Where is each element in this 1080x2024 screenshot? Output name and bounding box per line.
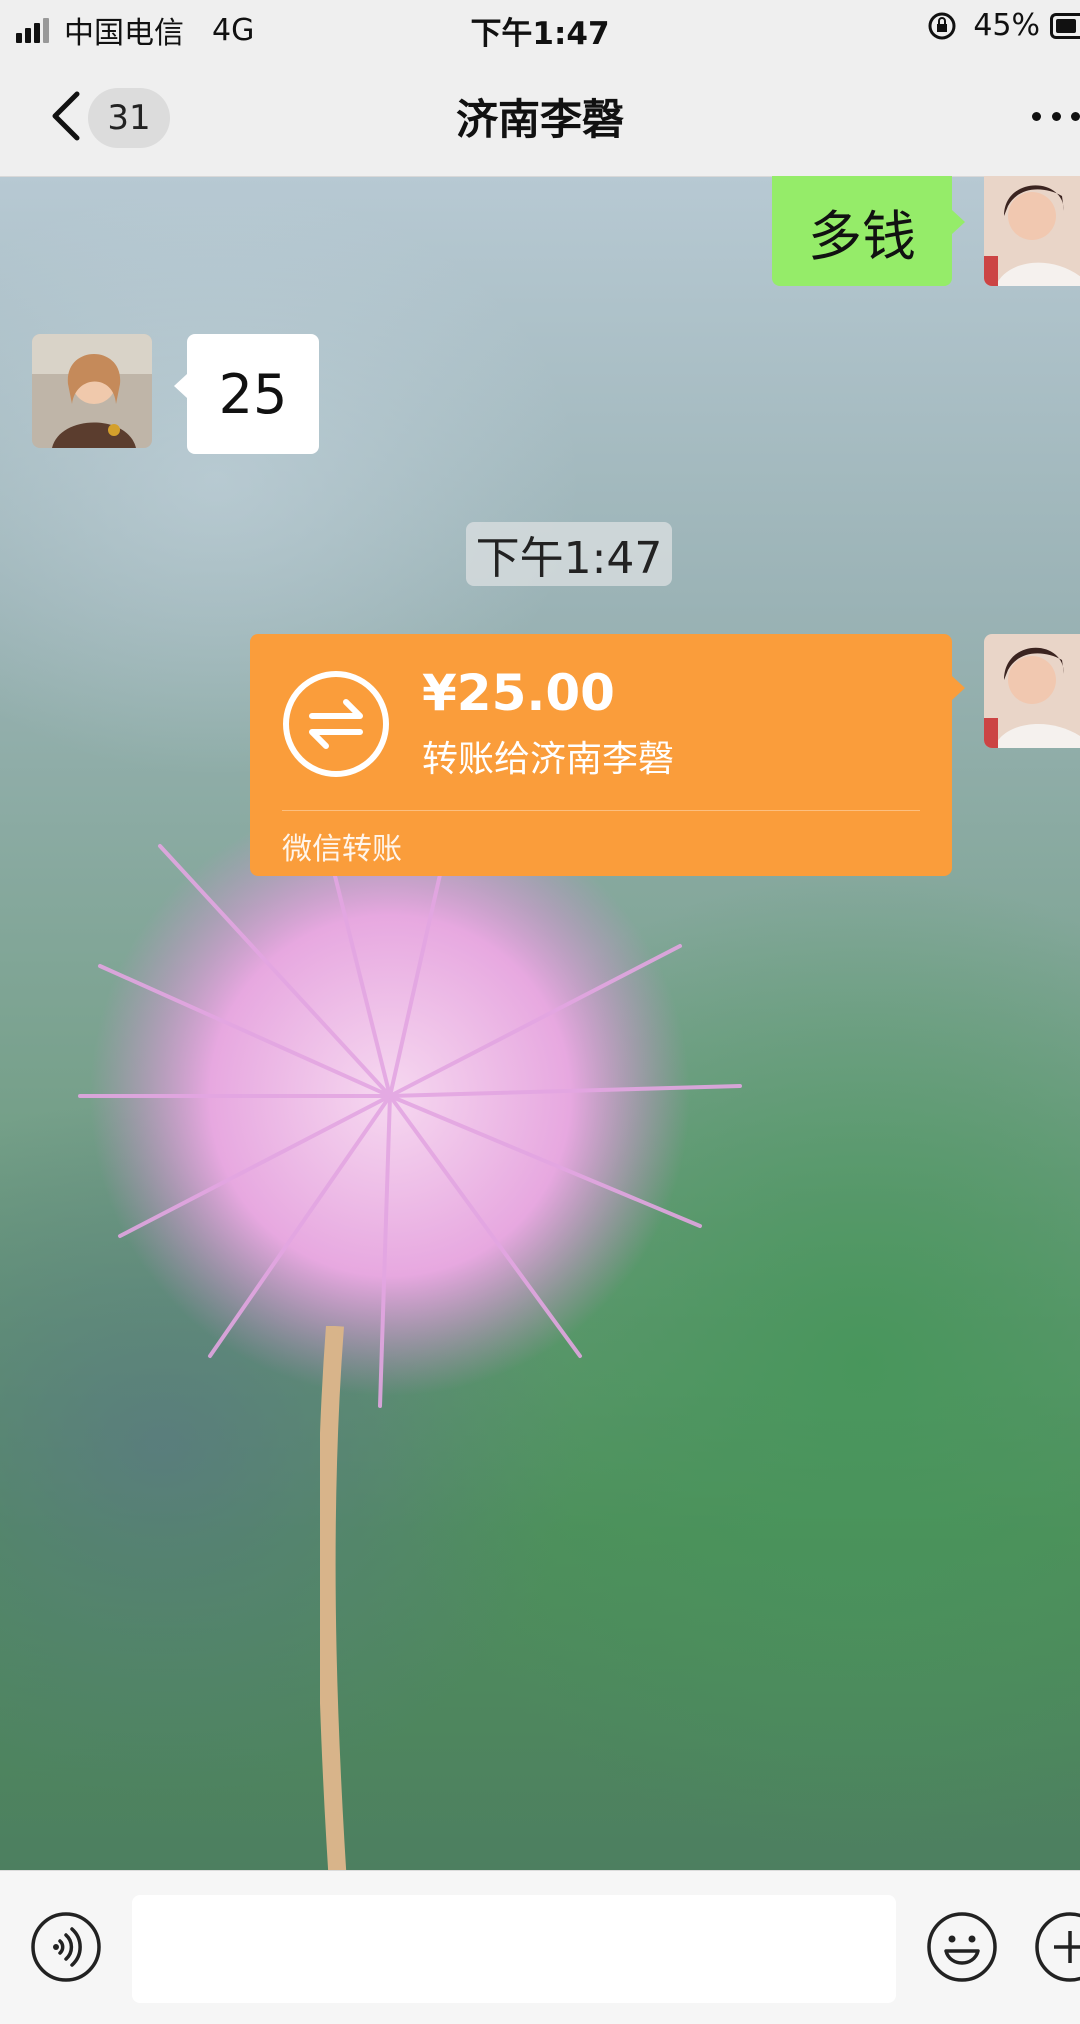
message-text: 25	[218, 362, 288, 426]
lock-rotation-icon	[928, 12, 956, 39]
emoji-icon[interactable]	[926, 1911, 998, 1983]
battery-percent: 45%	[973, 8, 1040, 43]
input-bar	[0, 1870, 1080, 2024]
message-text: 多钱	[808, 204, 916, 268]
nav-bar: 31 济南李磬	[0, 56, 1080, 177]
bubble-tail	[952, 676, 965, 700]
bubble-tail	[952, 210, 965, 234]
chat-title: 济南李磬	[455, 95, 624, 144]
transfer-card[interactable]: ¥25.00 转账给济南李磬 微信转账	[250, 634, 952, 876]
status-right: 45%	[927, 8, 1080, 43]
sent-message-bubble[interactable]: 多钱	[772, 176, 952, 286]
status-time: 下午1:47	[470, 16, 610, 52]
message-timestamp: 下午1:47	[466, 522, 672, 586]
my-avatar[interactable]	[984, 634, 1080, 748]
transfer-amount: ¥25.00	[422, 664, 615, 722]
chat-screen: 中国电信 4G 下午1:47 45% 31 济南李磬 多钱 25 下午1:47 …	[0, 0, 1080, 2024]
more-button[interactable]	[1032, 108, 1080, 124]
plus-icon[interactable]	[1034, 1911, 1080, 1983]
received-message-bubble[interactable]: 25	[187, 334, 319, 454]
status-bar: 中国电信 4G 下午1:47 45%	[0, 0, 1080, 56]
transfer-arrows-icon	[283, 671, 389, 777]
transfer-description: 转账给济南李磬	[422, 739, 675, 780]
message-input[interactable]	[132, 1895, 896, 2003]
chat-wallpaper	[0, 176, 1080, 2024]
contact-avatar[interactable]	[32, 334, 152, 448]
battery-icon	[1050, 12, 1080, 39]
transfer-divider	[282, 810, 920, 811]
more-dots-icon	[1032, 111, 1041, 121]
bubble-tail	[174, 374, 187, 398]
voice-icon[interactable]	[30, 1911, 102, 1983]
my-avatar[interactable]	[984, 176, 1080, 286]
transfer-brand-label: 微信转账	[282, 832, 402, 867]
